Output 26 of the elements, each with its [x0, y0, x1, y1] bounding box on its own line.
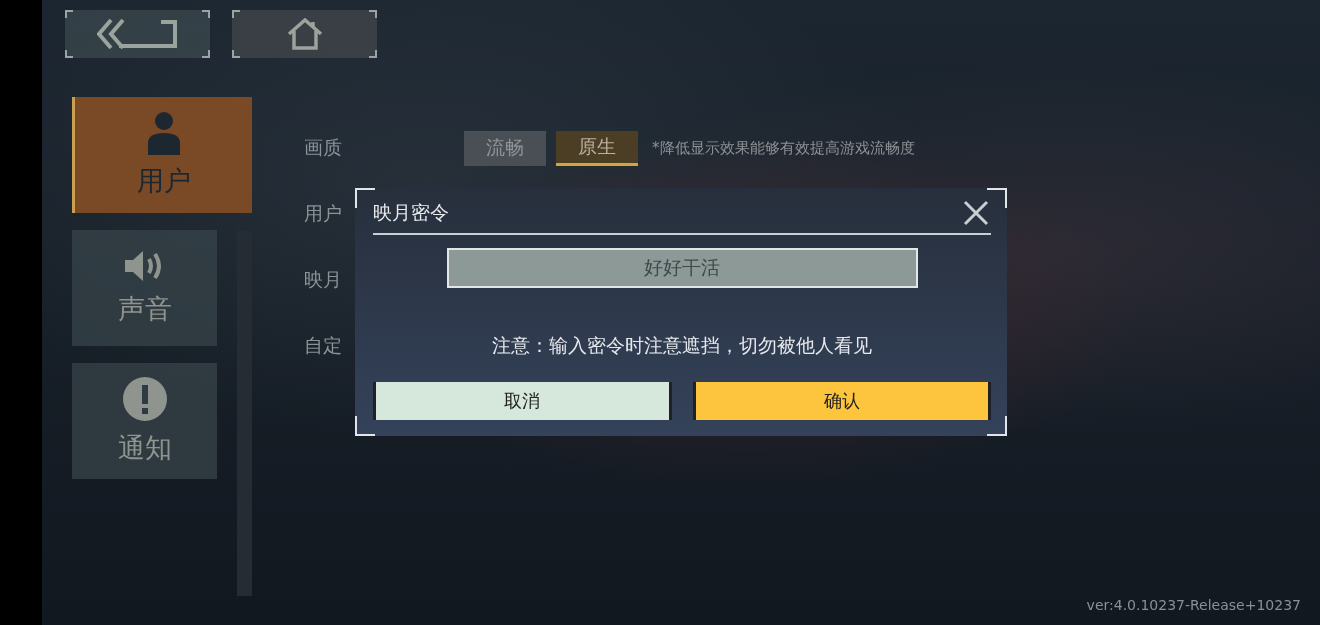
home-icon — [286, 18, 323, 50]
dialog-title: 映月密令 — [373, 200, 449, 225]
input-field[interactable]: 好好干活 — [446, 248, 918, 288]
back-icon — [96, 18, 179, 50]
close-button[interactable] — [963, 200, 989, 226]
setting-label: 用户 — [304, 201, 342, 226]
back-button[interactable] — [65, 10, 210, 58]
close-icon — [963, 200, 989, 226]
home-button[interactable] — [232, 10, 377, 58]
sidebar-tab[interactable]: 用户 — [72, 97, 252, 213]
dialog-notice: 注意：输入密令时注意遮挡，切勿被他人看见 — [492, 333, 872, 358]
corner-bracket — [987, 188, 1007, 208]
exclamation-icon — [121, 376, 168, 422]
setting-note: *降低显示效果能够有效提高游戏流畅度 — [652, 138, 915, 158]
version-label: ver:4.0.10237-Release+10237 — [1086, 597, 1301, 613]
sidebar-tab[interactable]: 通知 — [72, 363, 217, 479]
setting-label: 自定 — [304, 333, 342, 358]
sidebar-tab[interactable]: 声音 — [72, 230, 217, 346]
person-icon — [145, 111, 182, 155]
cancel-button[interactable]: 取消 — [373, 382, 672, 420]
corner-bracket — [355, 188, 375, 208]
setting-label: 映月 — [304, 267, 342, 292]
quality-option[interactable]: 流畅 — [464, 130, 546, 166]
confirm-button[interactable]: 确认 — [692, 382, 991, 420]
setting-label: 画质 — [304, 135, 342, 160]
quality-option[interactable]: 原生 — [556, 130, 638, 166]
